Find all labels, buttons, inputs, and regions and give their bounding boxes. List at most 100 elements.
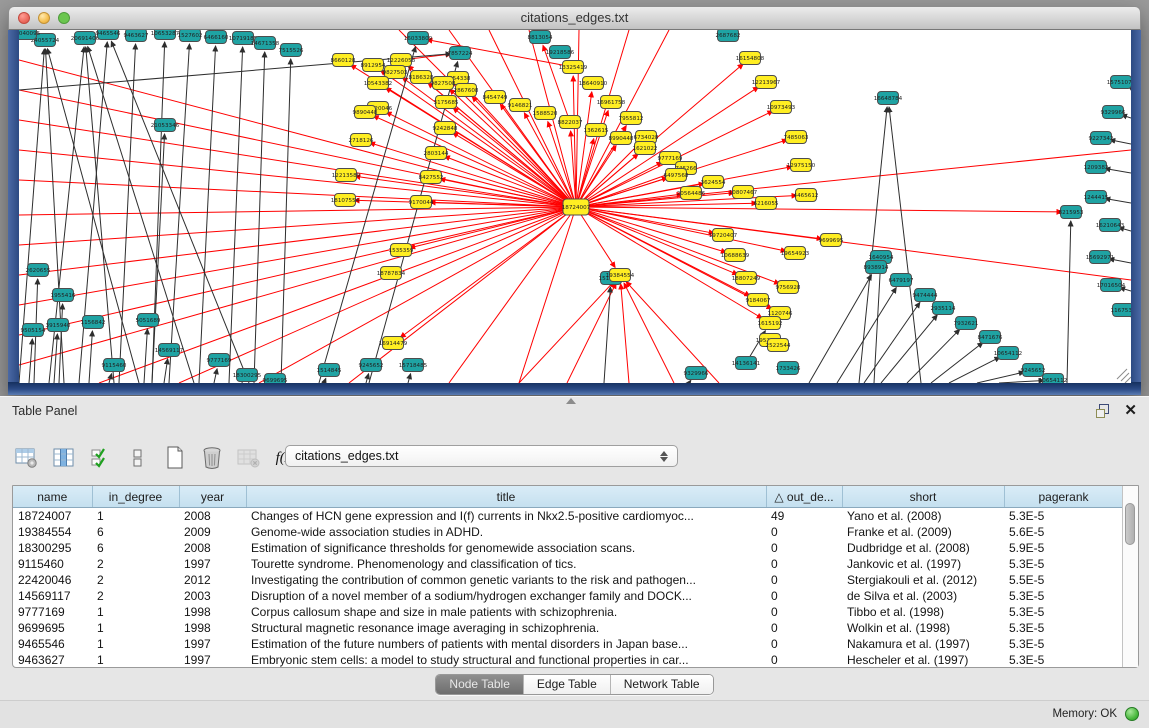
network-node[interactable]: 9115460 [102, 359, 127, 372]
network-node[interactable]: 8660128 [331, 54, 356, 67]
network-node[interactable]: 13325419 [559, 61, 588, 74]
table-row[interactable]: 2242004622012Investigating the contribut… [13, 572, 1122, 588]
network-node[interactable]: 17016504 [1097, 279, 1126, 292]
table-cell[interactable]: 2003 [179, 588, 246, 604]
network-node[interactable]: 18107554 [331, 194, 360, 207]
network-node[interactable]: 9245652 [359, 359, 384, 372]
table-cell[interactable]: 0 [766, 524, 842, 540]
table-cell[interactable]: 6 [92, 524, 179, 540]
network-node[interactable]: 9890448 [353, 106, 378, 119]
table-cell[interactable]: Stergiakouli et al. (2012) [842, 572, 1004, 588]
table-cell[interactable]: 0 [766, 572, 842, 588]
citation-edge-black[interactable] [79, 42, 107, 383]
table-cell[interactable]: 0 [766, 540, 842, 556]
network-node[interactable]: 9242848 [433, 122, 458, 135]
citation-edge-black[interactable] [931, 343, 983, 383]
citation-edge-black[interactable] [1067, 221, 1071, 383]
table-cell[interactable]: 1998 [179, 620, 246, 636]
network-node[interactable]: 8427552 [419, 171, 444, 184]
table-cell[interactable]: 9777169 [13, 604, 92, 620]
network-node[interactable]: 12213967 [752, 76, 781, 89]
citation-edge-black[interactable] [366, 374, 369, 383]
network-node[interactable]: 18640910 [579, 77, 608, 90]
citation-edge-black[interactable] [86, 47, 114, 383]
table-row[interactable]: 911546021997Tourette syndrome. Phenomeno… [13, 556, 1122, 572]
network-node[interactable]: 10654112 [994, 347, 1022, 360]
table-cell[interactable]: Dudbridge et al. (2008) [842, 540, 1004, 556]
table-cell[interactable]: 5.6E-5 [1004, 524, 1122, 540]
citation-edge-red[interactable] [400, 207, 576, 338]
network-node[interactable]: 10653287 [151, 30, 180, 40]
network-node[interactable]: 10543382 [364, 77, 392, 90]
network-node[interactable]: 3915940 [46, 319, 71, 332]
citation-edge-black[interactable] [199, 46, 216, 383]
network-node[interactable]: 16961758 [597, 96, 626, 109]
network-node[interactable]: 4465612 [794, 189, 819, 202]
table-cell[interactable]: Corpus callosum shape and size in male p… [246, 604, 766, 620]
network-node[interactable]: 7485063 [784, 131, 809, 144]
table-cell[interactable]: 5.3E-5 [1004, 652, 1122, 667]
column-header-in_degree[interactable]: in_degree [92, 486, 179, 508]
table-cell[interactable]: Estimation of significance thresholds fo… [246, 540, 766, 556]
citation-edge-black[interactable] [881, 315, 937, 383]
close-panel-icon[interactable]: ✕ [1124, 404, 1137, 417]
network-node[interactable]: 1955416 [51, 289, 76, 302]
citation-edge-black[interactable] [88, 47, 194, 383]
column-header-pagerank[interactable]: pagerank [1004, 486, 1122, 508]
network-node[interactable]: 9474444 [913, 289, 938, 302]
citation-edge-red[interactable] [370, 143, 576, 207]
table-cell[interactable]: 0 [766, 604, 842, 620]
network-node[interactable]: 1535359 [389, 244, 414, 257]
network-node[interactable]: 18787834 [377, 267, 406, 280]
table-cell[interactable]: Disruption of a novel member of a sodium… [246, 588, 766, 604]
table-cell[interactable]: 5.9E-5 [1004, 540, 1122, 556]
new-column-button[interactable] [162, 445, 188, 471]
network-node[interactable]: 2803144 [424, 147, 449, 160]
table-cell[interactable]: 2 [92, 572, 179, 588]
table-cell[interactable]: 1 [92, 508, 179, 525]
table-cell[interactable]: 2009 [179, 524, 246, 540]
table-cell[interactable]: Wolkin et al. (1998) [842, 620, 1004, 636]
table-cell[interactable]: 2008 [179, 508, 246, 525]
network-node[interactable]: 9699695 [819, 234, 844, 247]
network-node[interactable]: 1621022 [633, 142, 658, 155]
network-node[interactable]: 6479197 [889, 274, 914, 287]
table-row[interactable]: 1456911722003Disruption of a novel membe… [13, 588, 1122, 604]
table-mode-button[interactable] [14, 445, 40, 471]
network-node[interactable]: 15751074 [1107, 76, 1131, 89]
table-cell[interactable]: 5.5E-5 [1004, 572, 1122, 588]
network-node[interactable]: 8813054 [528, 31, 553, 44]
network-node[interactable]: 1527602 [178, 30, 203, 42]
table-cell[interactable]: Nakamura et al. (1997) [842, 636, 1004, 652]
network-node[interactable]: 9170044 [409, 196, 434, 209]
table-row[interactable]: 1938455462009Genome-wide association stu… [13, 524, 1122, 540]
delete-table-button[interactable] [236, 445, 262, 471]
table-cell[interactable]: 1997 [179, 556, 246, 572]
citation-edge-red[interactable] [621, 284, 629, 383]
network-node[interactable]: 9146821 [508, 99, 533, 112]
column-header-short[interactable]: short [842, 486, 1004, 508]
table-cell[interactable]: Yano et al. (2008) [842, 508, 1004, 525]
table-cell[interactable]: Tourette syndrome. Phenomenology and cla… [246, 556, 766, 572]
network-node[interactable]: 7932621 [954, 317, 979, 330]
citation-edge-black[interactable] [214, 369, 217, 383]
table-cell[interactable]: Jankovic et al. (1997) [842, 556, 1004, 572]
network-node[interactable]: 7857224 [448, 47, 473, 60]
table-cell[interactable]: 19384554 [13, 524, 92, 540]
citation-edge-black[interactable] [324, 378, 326, 383]
table-selector[interactable]: citations_edges.txt [285, 445, 678, 467]
network-node[interactable]: 2522544 [766, 339, 791, 352]
network-node[interactable]: 16914479 [379, 337, 408, 350]
network-node[interactable]: 20564486 [677, 187, 706, 200]
network-node[interactable]: 8938914 [864, 261, 889, 274]
network-node[interactable]: 10973493 [767, 101, 796, 114]
network-node[interactable]: 15718485 [399, 359, 428, 372]
table-cell[interactable]: 0 [766, 588, 842, 604]
network-node[interactable]: 18724007 [562, 199, 591, 215]
table-cell[interactable]: 9699695 [13, 620, 92, 636]
table-cell[interactable]: Tibbo et al. (1998) [842, 604, 1004, 620]
table-cell[interactable]: 2008 [179, 540, 246, 556]
citation-edge-red[interactable] [444, 156, 576, 207]
citation-edge-black[interactable] [144, 329, 147, 383]
network-node[interactable]: 19654923 [781, 247, 810, 260]
